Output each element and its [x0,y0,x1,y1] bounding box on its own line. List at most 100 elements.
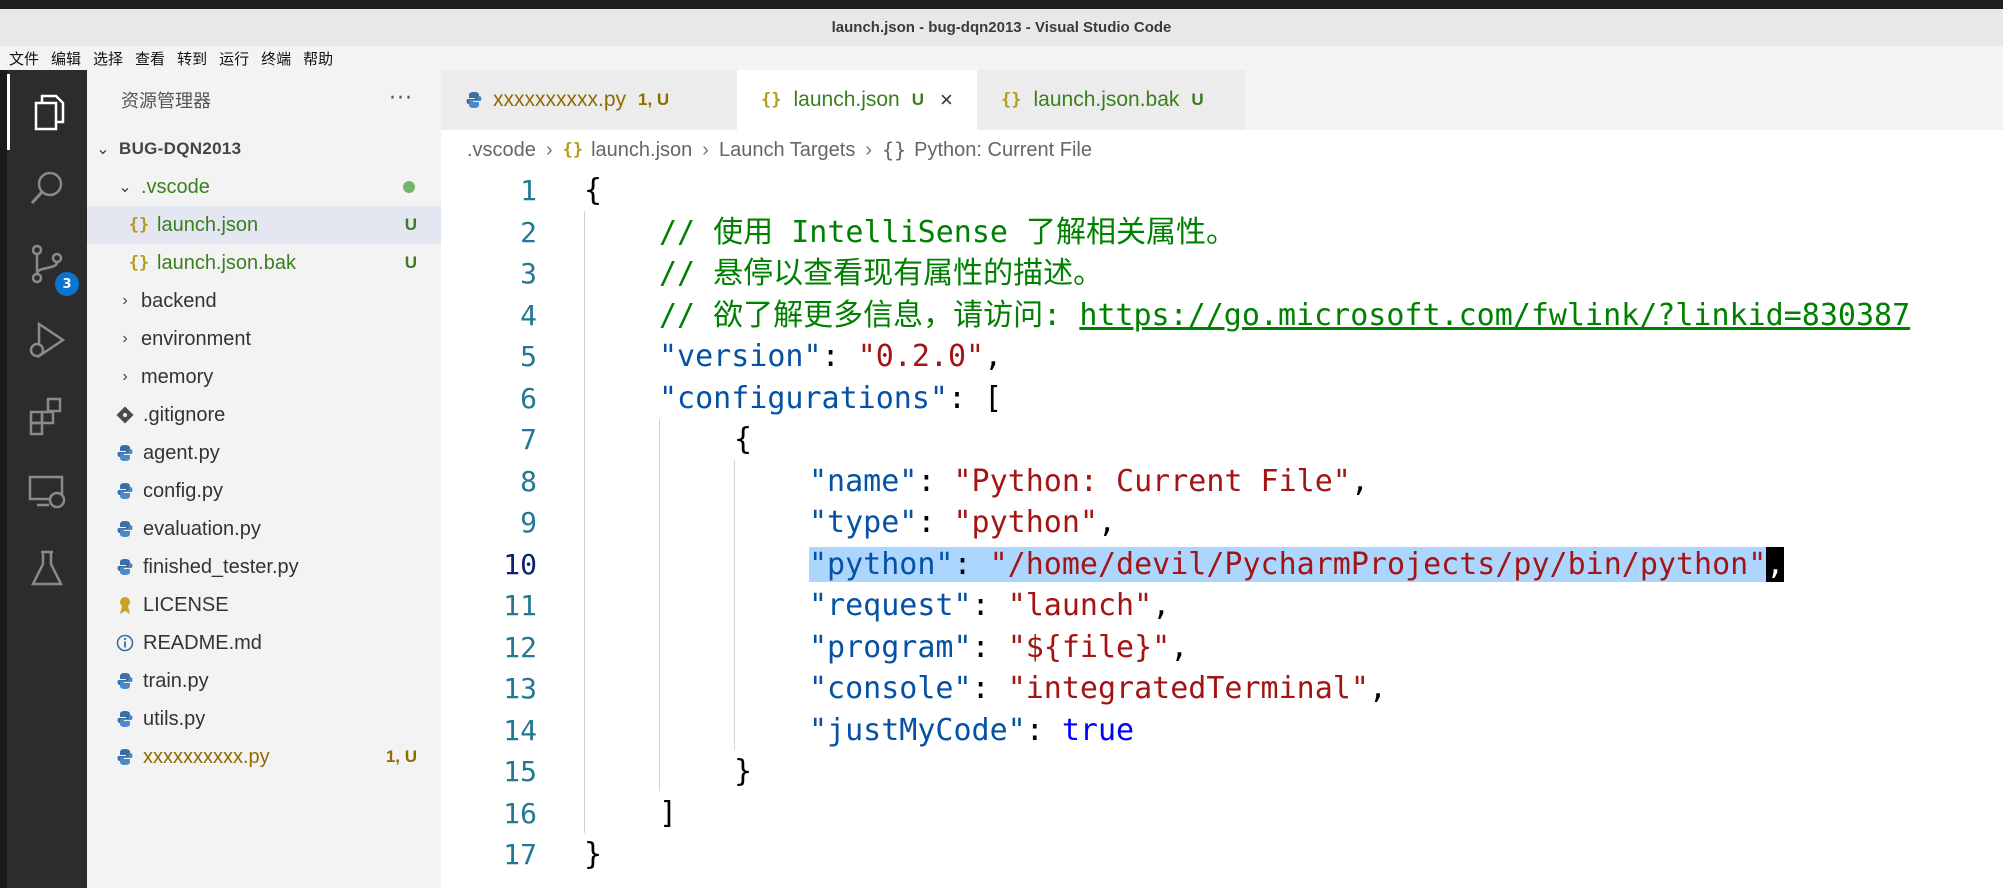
menu-go[interactable]: 转到 [177,48,207,69]
tree-item-gitignore[interactable]: .gitignore [87,396,441,434]
tree-item-finished-tester-py[interactable]: finished_tester.py [87,548,441,586]
git-status-untracked: U [404,253,417,272]
text-cursor: , [1766,546,1785,582]
tree-item-evaluation-py[interactable]: evaluation.py [87,510,441,548]
comment-token: // 悬停以查看现有属性的描述。 [659,256,1104,291]
menu-edit[interactable]: 编辑 [51,48,81,69]
tree-item-environment[interactable]: › environment [87,320,441,358]
breadcrumb-item[interactable]: Python: Current File [914,139,1092,162]
tree-item-license[interactable]: LICENSE [87,586,441,624]
python-file-icon [113,672,137,690]
tree-item-label: backend [141,289,217,312]
workspace-root-label: BUG-DQN2013 [119,139,242,158]
menu-terminal[interactable]: 终端 [261,48,291,69]
code-token: { [734,422,753,457]
activity-bar-edge [0,70,7,888]
tab-xxxxxxxxxx-py[interactable]: xxxxxxxxxx.py 1, U [441,70,737,130]
tree-item-label: xxxxxxxxxx.py [143,745,270,768]
tree-item-train-py[interactable]: train.py [87,662,441,700]
tree-item-utils-py[interactable]: utils.py [87,700,441,738]
testing-activity[interactable] [7,530,87,606]
license-icon [113,595,137,615]
tree-item-label: .gitignore [143,403,226,426]
json-file-icon: {} [128,253,150,273]
tree-item-xxxxxxxxxx-py[interactable]: xxxxxxxxxx.py 1, U [87,738,441,776]
menu-help[interactable]: 帮助 [303,48,333,69]
tab-label: launch.json [793,88,900,111]
tree-item-readme-md[interactable]: README.md [87,624,441,662]
tree-item-label: utils.py [143,707,206,730]
editor-tab-bar: xxxxxxxxxx.py 1, U {} launch.json U × {}… [441,70,2003,130]
run-debug-activity[interactable] [7,302,87,378]
remote-explorer-activity[interactable] [7,454,87,530]
source-control-activity[interactable]: 3 [7,226,87,302]
code-line: { [584,170,602,211]
menu-bar: 文件 编辑 选择 查看 转到 运行 终端 帮助 [0,46,2003,70]
tab-label: xxxxxxxxxx.py [493,88,627,111]
json-key: "configurations" [659,380,948,416]
menu-run[interactable]: 运行 [219,48,249,69]
extensions-activity[interactable] [7,378,87,454]
git-status-untracked: U [404,215,417,234]
json-file-icon: {} [562,140,584,160]
json-string: "integratedTerminal" [1007,671,1369,706]
chevron-right-icon: › [122,368,128,385]
git-icon [113,406,137,424]
line-number: 9 [520,506,537,539]
line-number: 5 [520,340,537,373]
code-line: // 使用 IntelliSense 了解相关属性。 [659,212,1236,253]
menu-selection[interactable]: 选择 [93,48,123,69]
json-boolean: true [1061,712,1135,748]
tab-status: U [1191,90,1204,109]
comment-token: // 欲了解更多信息，请访问: [659,297,1080,333]
explorer-activity[interactable] [7,74,87,150]
tree-item-config-py[interactable]: config.py [87,472,441,510]
workspace-root[interactable]: ⌄ BUG-DQN2013 [87,130,441,168]
window-title: launch.json - bug-dqn2013 - Visual Studi… [831,19,1172,36]
tab-launch-json-bak[interactable]: {} launch.json.bak U [977,70,1245,130]
code-line: "request": "launch", [809,588,1171,623]
tree-item-label: finished_tester.py [143,555,299,578]
tree-item-backend[interactable]: › backend [87,282,441,320]
close-icon[interactable]: × [940,87,953,113]
tree-item-launch-json-bak[interactable]: {} launch.json.bak U [87,244,441,282]
menu-view[interactable]: 查看 [135,48,165,69]
code-line: // 欲了解更多信息，请访问: https://go.microsoft.com… [659,295,1910,336]
line-number: 16 [503,796,537,830]
code-editor[interactable]: 1 2 3 4 5 6 7 8 9 10 11 12 13 14 15 16 1… [441,170,2003,888]
tab-launch-json[interactable]: {} launch.json U × [737,70,977,130]
code-line: "type": "python", [809,505,1117,540]
tree-item-label: config.py [143,479,224,502]
indent-guide [659,419,660,791]
menu-file[interactable]: 文件 [9,48,39,69]
tree-item-vscode[interactable]: ⌄ .vscode [87,168,441,206]
line-number: 4 [520,298,537,332]
breadcrumb-item[interactable]: Launch Targets [719,139,855,162]
json-key: "console" [809,671,972,706]
comment-link[interactable]: https://go.microsoft.com/fwlink/?linkid=… [1079,298,1910,333]
chevron-right-icon: › [865,138,873,161]
breadcrumb-item[interactable]: launch.json [591,139,692,162]
tree-item-label: launch.json [157,213,259,236]
json-file-icon: {} [128,215,150,235]
python-file-icon [465,91,483,109]
line-number: 11 [503,589,537,622]
tree-item-memory[interactable]: › memory [87,358,441,396]
json-key: "request" [809,588,972,623]
line-number: 8 [520,464,537,498]
code-line: "program": "${file}", [809,629,1189,665]
tree-item-agent-py[interactable]: agent.py [87,434,441,472]
search-activity[interactable] [7,150,87,226]
code-line: "configurations": [ [659,380,1003,416]
json-key: "version" [659,339,822,374]
json-key: "justMyCode" [809,712,1026,748]
files-icon [34,94,64,131]
tree-item-launch-json[interactable]: {} launch.json U [87,206,441,244]
more-actions-icon[interactable]: ··· [389,86,413,111]
tab-label: launch.json.bak [1033,88,1180,111]
chevron-right-icon: › [545,138,553,161]
breadcrumb-item[interactable]: .vscode [467,139,536,162]
tree-item-label: LICENSE [143,593,229,616]
info-icon [113,634,137,652]
python-file-icon [113,558,137,576]
